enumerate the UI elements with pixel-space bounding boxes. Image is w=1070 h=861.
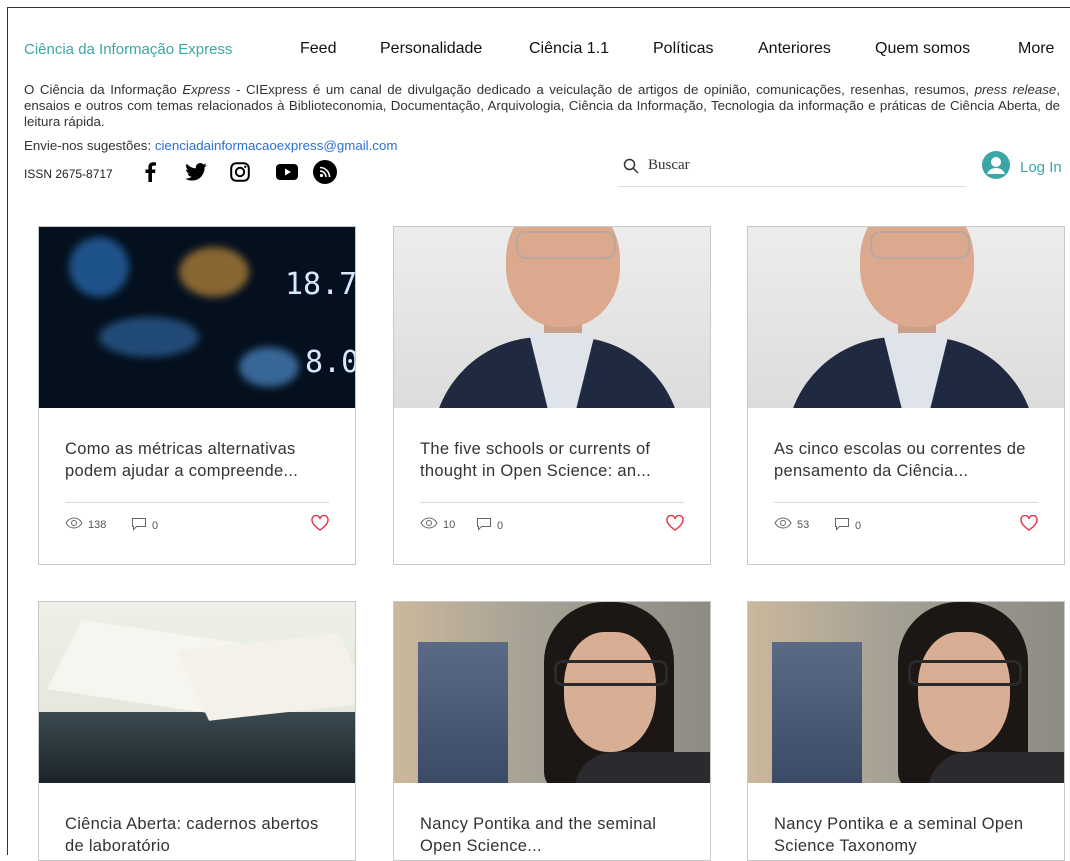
post-image-portrait-man — [748, 227, 1064, 408]
post-image-portrait-man — [394, 227, 710, 408]
post-card[interactable]: 18.74 8.0 Como as métricas alternativas … — [38, 226, 356, 565]
post-stats: 53 0 — [774, 503, 1038, 547]
nav-item-quem-somos[interactable]: Quem somos — [875, 40, 970, 58]
eye-icon — [420, 517, 438, 532]
comment-icon — [131, 517, 147, 534]
twitter-icon[interactable] — [184, 160, 208, 184]
instagram-icon[interactable] — [228, 160, 252, 184]
suggestions-line: Envie-nos sugestões: cienciadainformacao… — [24, 138, 397, 153]
login-button[interactable]: Log In — [982, 150, 1062, 184]
comments-number: 0 — [152, 519, 159, 532]
nav-item-politicas[interactable]: Políticas — [653, 40, 713, 58]
post-card[interactable]: Ciência Aberta: cadernos abertos de labo… — [38, 601, 356, 861]
like-heart-icon[interactable] — [311, 514, 329, 536]
top-navigation: Ciência da Informação Express Feed Perso… — [24, 40, 1070, 62]
post-title[interactable]: Nancy Pontika e a seminal Open Science T… — [774, 813, 1038, 857]
post-card[interactable]: Nancy Pontika e a seminal Open Science T… — [747, 601, 1065, 861]
comment-icon — [834, 517, 850, 534]
contact-email-link[interactable]: cienciadainformacaoexpress@gmail.com — [155, 138, 398, 153]
rss-icon[interactable] — [312, 160, 338, 184]
eye-icon — [65, 517, 83, 532]
post-card[interactable]: Nancy Pontika and the seminal Open Scien… — [393, 601, 711, 861]
search-box[interactable] — [618, 150, 966, 187]
nav-item-personalidade[interactable]: Personalidade — [380, 40, 482, 58]
intro-press-release: press release — [974, 82, 1057, 97]
user-avatar-icon — [982, 150, 1010, 184]
post-image-stock-board: 18.74 8.0 — [39, 227, 355, 408]
suggestions-label: Envie-nos sugestões: — [24, 138, 155, 153]
views-number: 53 — [797, 518, 810, 531]
youtube-icon[interactable] — [274, 160, 300, 184]
search-icon — [623, 158, 639, 179]
comments-number: 0 — [855, 519, 862, 532]
views-count: 53 — [774, 517, 809, 532]
nav-item-feed[interactable]: Feed — [300, 40, 336, 58]
views-count: 138 — [65, 517, 106, 532]
facebook-icon[interactable] — [140, 160, 160, 184]
eye-icon — [774, 517, 792, 532]
views-count: 10 — [420, 517, 455, 532]
views-number: 10 — [443, 518, 456, 531]
intro-text-2: - CIExpress é um canal de divulgação ded… — [230, 82, 975, 97]
nav-item-ciencia-1-1[interactable]: Ciência 1.1 — [529, 40, 609, 58]
post-stats: 138 0 — [65, 503, 329, 547]
comments-number: 0 — [497, 519, 504, 532]
post-image-open-book — [39, 602, 355, 783]
intro-express: Express — [182, 82, 231, 97]
post-image-portrait-woman — [394, 602, 710, 783]
intro-text-1: O Ciência da Informação — [24, 82, 183, 97]
nav-brand-link[interactable]: Ciência da Informação Express — [24, 41, 232, 58]
post-card[interactable]: As cinco escolas ou correntes de pensame… — [747, 226, 1065, 565]
post-title[interactable]: As cinco escolas ou correntes de pensame… — [774, 438, 1038, 482]
post-title[interactable]: Nancy Pontika and the seminal Open Scien… — [420, 813, 684, 857]
like-heart-icon[interactable] — [666, 514, 684, 536]
search-input[interactable] — [648, 157, 948, 174]
post-title[interactable]: Ciência Aberta: cadernos abertos de labo… — [65, 813, 329, 857]
nav-item-more[interactable]: More — [1018, 40, 1054, 58]
login-label: Log In — [1020, 158, 1062, 176]
comments-count[interactable]: 0 — [834, 517, 861, 534]
like-heart-icon[interactable] — [1020, 514, 1038, 536]
post-title[interactable]: The five schools or currents of thought … — [420, 438, 684, 482]
comment-icon — [476, 517, 492, 534]
comments-count[interactable]: 0 — [476, 517, 503, 534]
site-description: O Ciência da Informação Express - CIExpr… — [24, 82, 1060, 130]
post-card[interactable]: The five schools or currents of thought … — [393, 226, 711, 565]
comments-count[interactable]: 0 — [131, 517, 158, 534]
post-image-portrait-woman — [748, 602, 1064, 783]
views-number: 138 — [88, 518, 107, 531]
nav-item-anteriores[interactable]: Anteriores — [758, 40, 831, 58]
post-title[interactable]: Como as métricas alternativas podem ajud… — [65, 438, 329, 482]
issn-label: ISSN 2675-8717 — [24, 167, 113, 181]
post-stats: 10 0 — [420, 503, 684, 547]
